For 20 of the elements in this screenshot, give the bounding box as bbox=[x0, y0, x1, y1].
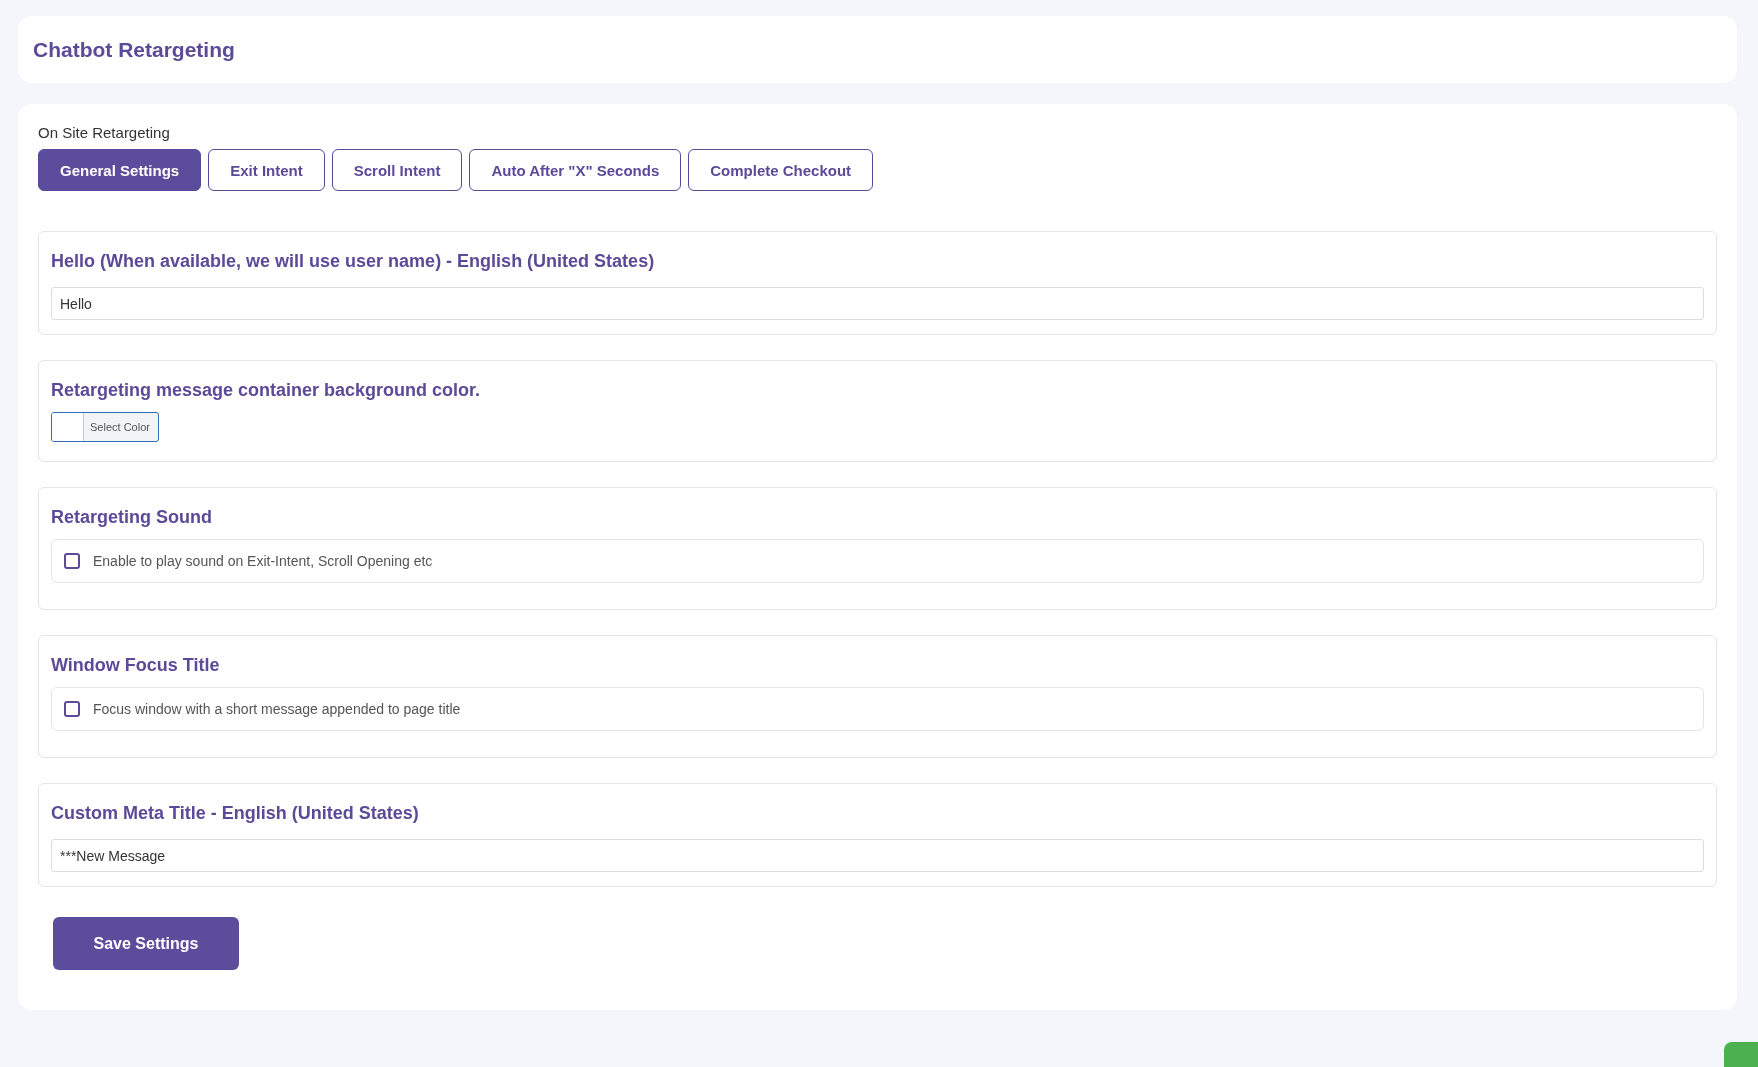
page-title: Chatbot Retargeting bbox=[33, 37, 235, 62]
section-label: On Site Retargeting bbox=[38, 124, 171, 141]
checkbox-label: Focus window with a short message appended to page title bbox=[93, 701, 461, 717]
text-field[interactable]: ***New Message bbox=[51, 839, 1704, 872]
checkbox-label: Enable to play sound on Exit-Intent, Scroll Opening etc bbox=[93, 553, 433, 569]
checkbox[interactable] bbox=[64, 553, 80, 569]
tab[interactable]: Complete Checkout bbox=[688, 149, 874, 191]
section-title: Hello (When available, we will use user name) - English (United States) bbox=[51, 251, 656, 272]
checkbox[interactable] bbox=[64, 701, 80, 717]
tab[interactable]: Scroll Intent bbox=[331, 149, 463, 191]
tab[interactable]: Auto After "X" Seconds bbox=[469, 149, 682, 191]
section-title: Retargeting Sound bbox=[51, 507, 213, 528]
save-button[interactable]: Save Settings bbox=[53, 917, 239, 970]
text-field[interactable]: Hello bbox=[51, 287, 1704, 320]
color-picker[interactable]: Select Color bbox=[51, 412, 159, 442]
tab[interactable]: General Settings bbox=[38, 149, 202, 191]
section-title: Custom Meta Title - English (United States) bbox=[51, 803, 420, 824]
section-title: Window Focus Title bbox=[51, 655, 221, 676]
tab[interactable]: Exit Intent bbox=[208, 149, 325, 191]
section-title: Retargeting message container background color. bbox=[51, 380, 482, 401]
